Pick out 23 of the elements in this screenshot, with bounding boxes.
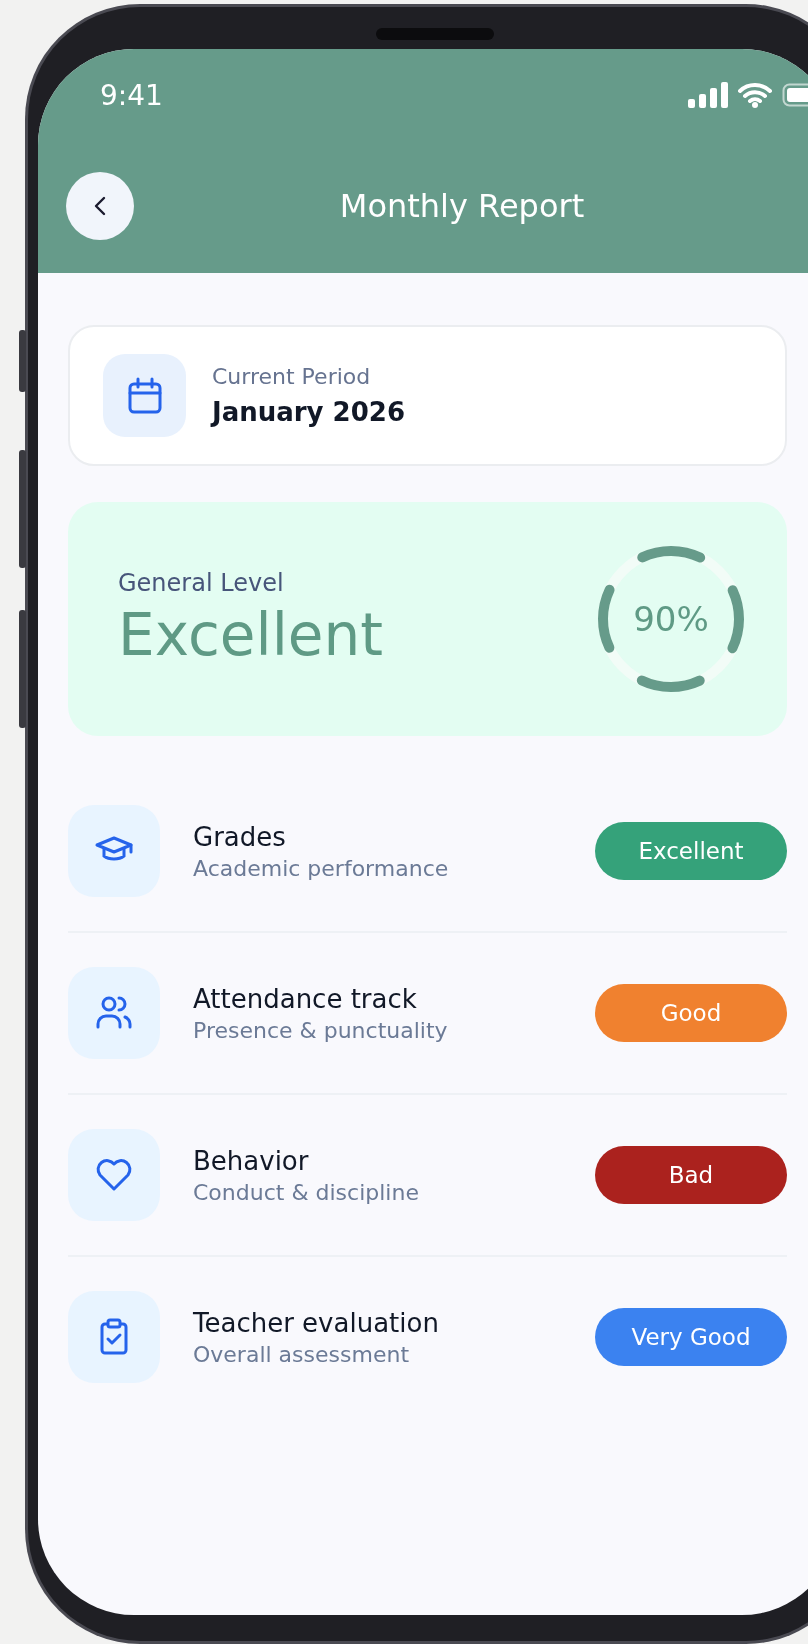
period-label: Current Period: [212, 364, 372, 389]
status-tag: Good: [595, 984, 787, 1042]
category-subtitle: Academic performance: [193, 855, 450, 881]
calendar-icon: [126, 376, 163, 415]
category-title: Teacher evaluation: [193, 1307, 440, 1338]
category-title: Attendance track: [193, 983, 418, 1014]
level-label: General Level: [118, 569, 285, 597]
level-rating: Excellent: [118, 601, 384, 669]
status-tag: Excellent: [595, 822, 787, 880]
wifi-icon: [738, 82, 772, 108]
status-time: 9:41: [100, 78, 164, 112]
status-tag: Very Good: [595, 1308, 787, 1366]
period-value: January 2026: [212, 397, 405, 427]
chevron-left-icon: [94, 196, 106, 216]
status-tag: Bad: [595, 1146, 787, 1204]
category-title: Behavior: [193, 1145, 310, 1176]
level-percent: 90%: [633, 599, 709, 639]
category-subtitle: Conduct & discipline: [193, 1179, 420, 1205]
category-title: Grades: [193, 821, 287, 852]
screen-title: Monthly Report: [339, 187, 585, 225]
category-subtitle: Presence & punctuality: [193, 1017, 449, 1043]
signal-icon: [688, 82, 728, 108]
category-subtitle: Overall assessment: [193, 1341, 410, 1367]
